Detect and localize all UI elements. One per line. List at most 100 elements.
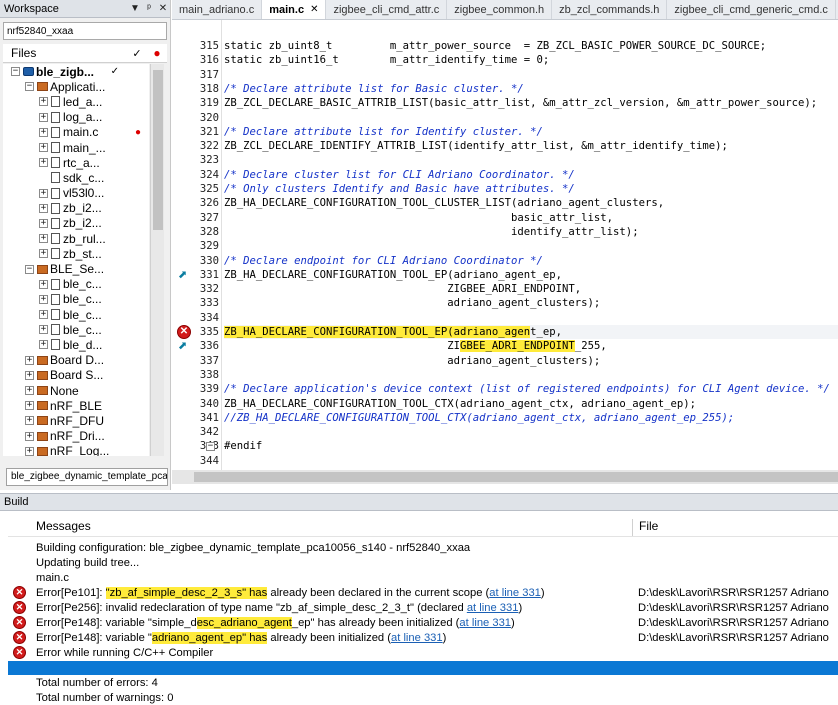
tree-item[interactable]: + ble_c... [3,292,149,307]
tree-item[interactable]: − ble_zigb... ✓ [3,64,149,79]
code-line[interactable]: /* Declare endpoint for CLI Adriano Coor… [224,254,838,268]
code-line[interactable]: #endif [224,439,838,453]
tree-item[interactable]: + nRF_BLE [3,398,149,413]
code-line[interactable]: /* Declare application's device context … [224,382,838,396]
code-line[interactable]: ZIGBEE_ADRI_ENDPOINT, [224,282,838,296]
expand-toggle-icon[interactable]: + [39,127,48,137]
expand-toggle-icon[interactable]: + [39,249,48,259]
pin-icon[interactable]: ᵖ [142,3,156,14]
code-line[interactable]: //ZB_HA_DECLARE_CONFIGURATION_TOOL_CTX(a… [224,411,838,425]
code-line[interactable]: ZB_ZCL_DECLARE_BASIC_ATTRIB_LIST(basic_a… [224,96,838,110]
expand-toggle-icon[interactable]: + [39,143,48,153]
workspace-scrollbar[interactable] [150,64,164,456]
error-marker-icon[interactable]: ✕ [177,325,191,339]
build-message-row[interactable]: Total number of errors: 4 [8,675,838,690]
code-line[interactable]: /* Declare attribute list for Basic clus… [224,82,838,96]
tree-item[interactable]: + vl53l0... [3,186,149,201]
dropdown-icon[interactable]: ▼ [128,3,142,14]
code-line[interactable]: adriano_agent_clusters); [224,296,838,310]
line-link[interactable]: at line 331 [391,632,443,644]
code-line[interactable] [224,153,838,167]
expand-toggle-icon[interactable]: + [25,386,34,396]
code-line[interactable]: ZB_HA_DECLARE_CONFIGURATION_TOOL_EP(adri… [224,268,838,282]
tree-item[interactable]: + log_a... [3,110,149,125]
expand-toggle-icon[interactable]: + [39,340,48,350]
expand-toggle-icon[interactable]: + [25,416,34,426]
code-line[interactable] [224,111,838,125]
code-line[interactable] [224,454,838,468]
code-line[interactable]: static zb_uint16_t m_attr_identify_time … [224,53,838,67]
tab-file[interactable]: zigbee_common.h [447,0,553,19]
code-area[interactable]: static zb_uint8_t m_attr_power_source = … [224,20,838,470]
expand-toggle-icon[interactable]: − [25,264,34,274]
tree-item[interactable]: + zb_i2... [3,216,149,231]
expand-toggle-icon[interactable]: + [25,355,34,365]
tree-item[interactable]: + main.c ● [3,125,149,140]
workspace-project-tab[interactable]: ble_zigbee_dynamic_template_pca1 [6,468,168,486]
close-icon[interactable]: ✕ [310,4,318,15]
line-link[interactable]: at line 331 [489,587,541,599]
tab-file[interactable]: zigbee_cli_cmd_attr.c [326,0,448,19]
build-message-row[interactable]: Updating build tree... [8,555,838,570]
expand-toggle-icon[interactable]: + [39,294,48,304]
tree-item[interactable]: − Applicati... [3,79,149,94]
tab-file[interactable]: main.c ✕ [262,0,327,19]
tab-file[interactable]: zigbee_cli_cmd_generic_cmd.c [667,0,836,19]
expand-toggle-icon[interactable]: + [39,97,48,107]
messages-column-header[interactable]: Messages [8,519,632,536]
code-line[interactable]: ZB_HA_DECLARE_CONFIGURATION_TOOL_CTX(adr… [224,397,838,411]
code-line[interactable] [224,425,838,439]
build-message-row[interactable]: main.c [8,570,838,585]
expand-toggle-icon[interactable]: + [39,279,48,289]
tree-item[interactable]: + ble_c... [3,277,149,292]
tree-item[interactable]: + Board D... [3,353,149,368]
expand-toggle-icon[interactable]: + [39,218,48,228]
build-message-row[interactable]: ✕ Error[Pe256]: invalid redeclaration of … [8,600,838,615]
code-line[interactable] [224,239,838,253]
code-line[interactable]: /* Declare attribute list for Identify c… [224,125,838,139]
bookmark-arrow-icon[interactable]: ⬈ [178,339,187,352]
scrollbar-thumb[interactable] [194,472,838,482]
expand-toggle-icon[interactable]: + [25,446,34,456]
configuration-select[interactable]: nrf52840_xxaa [3,22,167,40]
build-message-row[interactable]: ✕ Error[Pe101]: "zb_af_simple_desc_2_3_s"… [8,585,838,600]
expand-toggle-icon[interactable]: + [39,112,48,122]
code-line[interactable]: identify_attr_list); [224,225,838,239]
line-link[interactable]: at line 331 [459,617,511,629]
tree-item[interactable]: + zb_st... [3,246,149,261]
tab-file[interactable]: zb_zcl_commands.h [552,0,668,19]
build-message-row[interactable]: Total number of warnings: 0 [8,690,838,705]
tree-item[interactable]: + nRF_Log... [3,444,149,456]
code-line[interactable]: /* Declare cluster list for CLI Adriano … [224,168,838,182]
tree-item[interactable]: + ble_c... [3,322,149,337]
scrollbar-thumb[interactable] [153,70,163,230]
code-line[interactable]: adriano_agent_clusters); [224,354,838,368]
expand-toggle-icon[interactable]: − [11,67,20,77]
tree-item[interactable]: + ble_c... [3,307,149,322]
tree-item[interactable]: + nRF_Dri... [3,429,149,444]
build-message-row[interactable]: ✕ Error[Pe148]: variable "simple_desc_adr… [8,615,838,630]
expand-toggle-icon[interactable]: + [39,234,48,244]
fold-toggle-icon[interactable]: − [206,442,215,452]
code-line[interactable] [224,368,838,382]
code-line[interactable] [224,68,838,82]
expand-toggle-icon[interactable]: + [25,401,34,411]
tree-item[interactable]: + rtc_a... [3,155,149,170]
build-message-row[interactable]: ✕ Error[Pe148]: variable "adriano_agent_e… [8,630,838,645]
close-icon[interactable]: ✕ [156,3,170,14]
code-line[interactable] [224,311,838,325]
build-message-row[interactable]: Building configuration: ble_zigbee_dynam… [8,540,838,555]
tree-item[interactable]: + main_... [3,140,149,155]
tab-file[interactable]: main_adriano.c [172,0,263,19]
code-line[interactable]: ZB_HA_DECLARE_CONFIGURATION_TOOL_CLUSTER… [224,196,838,210]
code-line[interactable]: basic_attr_list, [224,211,838,225]
tree-item[interactable]: − BLE_Se... [3,261,149,276]
code-line[interactable]: ZB_HA_DECLARE_CONFIGURATION_TOOL_EP(adri… [224,325,838,340]
build-message-row-selected[interactable] [8,660,838,675]
expand-toggle-icon[interactable]: + [25,370,34,380]
tree-item[interactable]: + zb_i2... [3,201,149,216]
expand-toggle-icon[interactable]: + [39,325,48,335]
build-message-row[interactable]: ✕ Error while running C/C++ Compiler [8,645,838,660]
code-line[interactable]: static zb_uint8_t m_attr_power_source = … [224,39,838,53]
tree-item[interactable]: + led_a... [3,94,149,109]
